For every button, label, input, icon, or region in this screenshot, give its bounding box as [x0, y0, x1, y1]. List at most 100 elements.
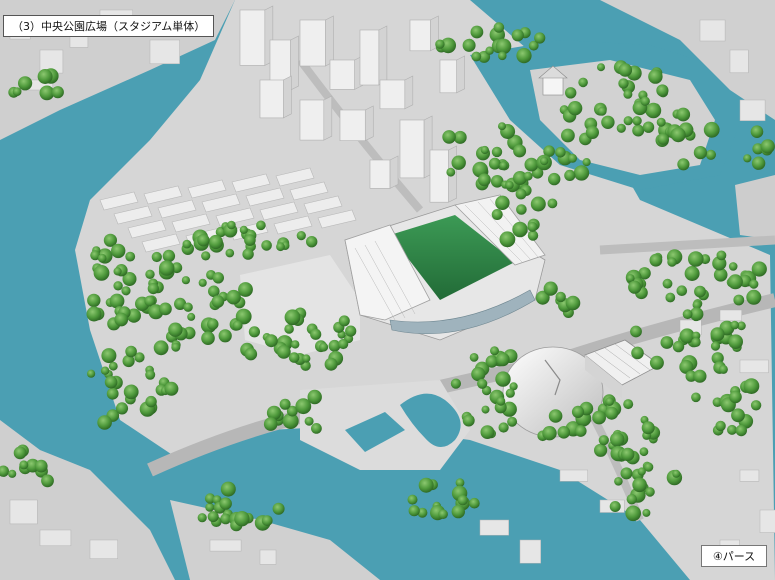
tree [527, 221, 538, 232]
tree [470, 25, 484, 39]
tree [597, 106, 607, 116]
tree [750, 400, 762, 411]
tree [407, 494, 418, 505]
tree [728, 334, 743, 350]
tree [573, 165, 590, 181]
tree [159, 302, 172, 316]
tree [279, 398, 291, 410]
tree [145, 269, 155, 279]
tree [716, 250, 727, 261]
tree [12, 87, 22, 96]
tree [244, 234, 256, 246]
tree [147, 283, 159, 295]
tree [530, 196, 546, 212]
tree [296, 231, 306, 241]
tree [446, 167, 456, 177]
tree [304, 416, 314, 426]
tree [227, 220, 236, 230]
tree [498, 422, 509, 433]
tree [660, 336, 674, 349]
tree [145, 369, 156, 380]
tree [598, 435, 609, 446]
tree [667, 257, 677, 267]
tree [19, 460, 29, 470]
tree [718, 364, 728, 374]
tree [662, 278, 673, 289]
tree [656, 117, 666, 127]
tree [125, 251, 136, 262]
tree [187, 312, 196, 321]
tree [234, 511, 250, 527]
tree [171, 342, 181, 352]
tree [101, 348, 117, 364]
tree [574, 425, 587, 437]
tree [567, 101, 583, 116]
tree [656, 84, 669, 97]
tree [13, 446, 27, 460]
tree [676, 285, 688, 297]
tower-side [290, 35, 299, 91]
tree [490, 346, 499, 356]
tree [513, 144, 527, 158]
tree [568, 153, 577, 163]
tree [182, 239, 192, 249]
city-building [759, 509, 775, 533]
tree [642, 121, 655, 133]
tree [451, 155, 466, 170]
tree [485, 355, 498, 368]
tree [208, 234, 223, 250]
tower-side [404, 75, 414, 110]
tree [693, 369, 707, 383]
tower-building [329, 59, 356, 90]
tree [123, 384, 139, 400]
tower-side [283, 75, 292, 119]
tree [630, 325, 642, 338]
tree [750, 125, 764, 138]
tree [97, 253, 107, 263]
tree [582, 158, 591, 167]
tree [645, 487, 655, 497]
tree [86, 306, 102, 322]
tree [626, 494, 637, 505]
tree [261, 240, 272, 251]
tree [688, 251, 704, 267]
tree [183, 302, 193, 312]
tree [288, 352, 300, 363]
tree [743, 378, 760, 394]
tree [488, 157, 501, 170]
tree [469, 353, 479, 362]
tree [623, 399, 634, 410]
tree [628, 280, 642, 294]
tree [239, 225, 248, 234]
tree [505, 180, 514, 190]
city-building [9, 499, 38, 525]
tower-side [389, 155, 399, 189]
tree [205, 502, 215, 512]
tree [733, 294, 745, 306]
tree [548, 172, 561, 186]
tree [87, 293, 101, 308]
tree [637, 467, 646, 476]
tree [691, 337, 701, 347]
tree [641, 421, 655, 435]
tree [272, 502, 285, 515]
tree [665, 292, 676, 303]
tree [276, 242, 285, 252]
tree [534, 32, 546, 44]
tree [645, 102, 662, 119]
tree [623, 116, 633, 126]
tree [705, 149, 717, 160]
tree [632, 124, 645, 137]
tree [735, 424, 747, 437]
tower-side [456, 55, 465, 94]
tree [8, 469, 17, 478]
tree [715, 420, 726, 432]
tree [212, 272, 224, 284]
city-building [719, 309, 742, 322]
tree [198, 278, 207, 287]
tree [677, 158, 690, 171]
tower-building [299, 99, 325, 141]
tree [451, 504, 465, 519]
tree [730, 320, 739, 330]
tree [727, 424, 737, 435]
